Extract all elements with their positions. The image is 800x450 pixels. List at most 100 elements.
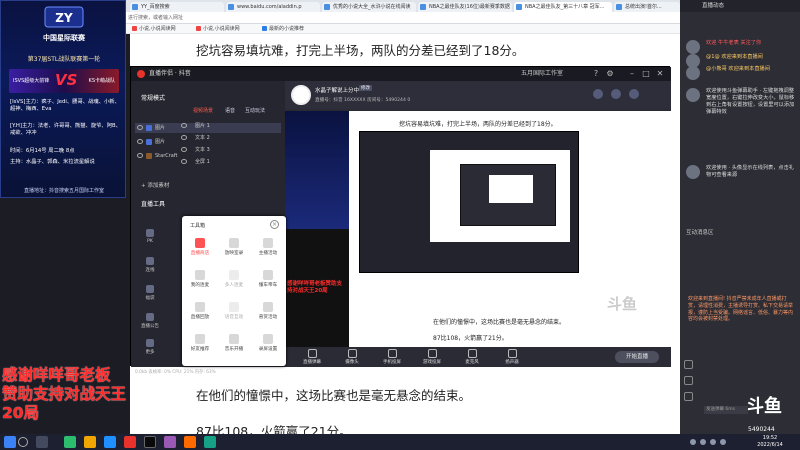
edge-icon[interactable] bbox=[104, 436, 116, 448]
search-text[interactable]: 进行搜索，或者输入网址 bbox=[128, 14, 183, 21]
toolbox-item[interactable]: 好友推荐 bbox=[184, 334, 216, 352]
share-icon[interactable] bbox=[593, 89, 603, 99]
maximize-icon[interactable]: □ bbox=[641, 69, 651, 79]
tool-icon bbox=[229, 334, 239, 344]
avatar[interactable] bbox=[686, 165, 700, 179]
toolbox-item[interactable]: 语音互动 bbox=[218, 302, 250, 320]
app-icon-1[interactable] bbox=[64, 436, 76, 448]
sub-source-item[interactable]: 文本 3 bbox=[179, 145, 283, 155]
toolbox-item[interactable]: 主播活动 bbox=[252, 238, 284, 256]
battery-icon[interactable] bbox=[710, 439, 716, 445]
tab-voice[interactable]: 语音 bbox=[225, 107, 235, 114]
toolbox-item[interactable]: 录屏设置 bbox=[252, 334, 284, 352]
live-app-icon[interactable] bbox=[124, 436, 136, 448]
eye-icon[interactable] bbox=[181, 135, 187, 140]
bookmark-icon bbox=[262, 26, 267, 31]
toolbox-item[interactable]: 我的连麦 bbox=[184, 270, 216, 288]
browser-tab[interactable]: NBA之最佳队友(16位)最新赛季数据 bbox=[418, 2, 512, 12]
eye-icon[interactable] bbox=[137, 139, 143, 144]
source-label: 图片 bbox=[155, 139, 166, 145]
toolbox-item[interactable]: 音乐开播 bbox=[218, 334, 250, 352]
toolbox-item[interactable]: 放映室录 bbox=[218, 238, 250, 256]
browser-tab[interactable]: YY_百度搜索 bbox=[130, 2, 224, 12]
announcement-icon bbox=[146, 313, 154, 321]
danmaku-input[interactable]: 发送弹幕 6ms bbox=[704, 406, 748, 414]
tab-interactive[interactable]: 互动玩法 bbox=[245, 107, 265, 114]
sub-source-label: 全屏 1 bbox=[195, 159, 210, 165]
game-cast-button[interactable]: 游戏投屏 bbox=[415, 349, 449, 365]
sub-source-item[interactable]: 图片 1 bbox=[179, 121, 283, 131]
app-icon-2[interactable] bbox=[164, 436, 176, 448]
start-icon[interactable] bbox=[4, 436, 16, 448]
eye-icon[interactable] bbox=[137, 153, 143, 158]
canvas-line-3: 87比108，火箭赢了21分。 bbox=[433, 335, 508, 342]
lock-icon[interactable] bbox=[682, 360, 694, 369]
tool-connect[interactable]: 连线 bbox=[135, 257, 165, 273]
settings-icon[interactable] bbox=[682, 392, 694, 401]
tab-video-scene[interactable]: 视频场景 bbox=[193, 107, 213, 114]
browser-icon[interactable] bbox=[184, 436, 196, 448]
eye-icon[interactable] bbox=[181, 159, 187, 164]
toolbox-item[interactable]: 懂车帝车 bbox=[252, 270, 284, 288]
toolbox-item-label: 放映室录 bbox=[224, 251, 244, 256]
mic-button[interactable]: 麦克风 bbox=[455, 349, 489, 365]
browser-tab[interactable]: NBA之最佳队友_第三十八章 冠军... bbox=[514, 2, 612, 12]
minimize-icon[interactable]: – bbox=[627, 69, 637, 79]
volume-icon[interactable] bbox=[700, 439, 706, 445]
avatar[interactable] bbox=[686, 66, 700, 80]
help-icon[interactable]: ? bbox=[591, 69, 601, 79]
taskbar: 19:52 2022/6/14 bbox=[0, 434, 800, 450]
avatar[interactable] bbox=[686, 40, 700, 54]
danmaku-button[interactable]: 直播弹幕 bbox=[295, 349, 329, 365]
speaker-button[interactable]: 扬声器 bbox=[495, 349, 529, 365]
mode-selector[interactable]: 常规模式 bbox=[141, 93, 165, 102]
camera-button[interactable]: 摄像头 bbox=[335, 349, 369, 365]
start-live-button[interactable]: 开始直播 bbox=[615, 351, 659, 363]
eye-icon[interactable] bbox=[181, 147, 187, 152]
emoji-icon[interactable] bbox=[682, 376, 694, 385]
bookmark-3[interactable]: 最新的小说推荐 bbox=[262, 25, 304, 32]
eye-icon[interactable] bbox=[181, 123, 187, 128]
eye-icon[interactable] bbox=[137, 125, 143, 130]
settings-icon[interactable]: ⚙ bbox=[605, 69, 615, 79]
browser-tab[interactable]: 优秀的小说大全_水浒小说在线阅读 bbox=[322, 2, 416, 12]
system-clock[interactable]: 19:52 2022/6/14 bbox=[748, 435, 792, 448]
folder-icon[interactable] bbox=[84, 436, 96, 448]
nested-window-2 bbox=[460, 164, 556, 226]
tiktok-icon[interactable] bbox=[144, 436, 156, 448]
gift-icon[interactable] bbox=[611, 89, 621, 99]
ime-icon[interactable] bbox=[720, 439, 726, 445]
toolbox-item[interactable]: 悬赏活动 bbox=[252, 302, 284, 320]
sub-source-item[interactable]: 文本 2 bbox=[179, 133, 283, 143]
interaction-section-title: 互动消息区 bbox=[686, 230, 714, 236]
add-material-button[interactable]: + 添加素材 bbox=[141, 181, 169, 189]
thanks-line-1: 感谢咩咩哥老板 bbox=[2, 366, 111, 384]
close-icon[interactable]: ✕ bbox=[655, 69, 665, 79]
toolbox-item[interactable]: 多人连麦 bbox=[218, 270, 250, 288]
toolbox-item[interactable]: 直播回放 bbox=[184, 302, 216, 320]
avatar[interactable] bbox=[291, 85, 311, 105]
search-icon[interactable] bbox=[18, 437, 28, 447]
tool-lucky-bag[interactable]: 福袋 bbox=[135, 285, 165, 301]
task-view-icon[interactable] bbox=[36, 436, 48, 448]
browser-tab[interactable]: www.baidu.com/aladdin.p bbox=[226, 2, 320, 12]
tool-pk[interactable]: PK bbox=[135, 229, 165, 244]
network-icon[interactable] bbox=[690, 439, 696, 445]
close-icon[interactable]: × bbox=[270, 220, 279, 229]
canvas-thanks-text: 感谢咩咩哥老板赞助支持对战天王20局 bbox=[287, 281, 343, 294]
edit-tag[interactable]: 修改 bbox=[359, 85, 372, 91]
tab-label: YY_百度搜索 bbox=[141, 4, 170, 10]
toolbox-item[interactable]: 直播商店 bbox=[184, 238, 216, 256]
tool-announcement[interactable]: 直播公告 bbox=[135, 313, 165, 329]
notify-icon[interactable] bbox=[629, 89, 639, 99]
bookmark-1[interactable]: 小说,小说阅读网 bbox=[132, 25, 176, 32]
browser-tab[interactable]: 总统出演!首尔... bbox=[614, 2, 680, 12]
tool-more[interactable]: 更多 bbox=[135, 339, 165, 355]
favicon-icon bbox=[420, 4, 426, 10]
bookmark-2[interactable]: 小说,小说阅读网 bbox=[196, 25, 240, 32]
tool-icon bbox=[195, 302, 205, 312]
sub-source-item[interactable]: 全屏 1 bbox=[179, 157, 283, 167]
wechat-icon[interactable] bbox=[204, 436, 216, 448]
phone-cast-button[interactable]: 手机投屏 bbox=[375, 349, 409, 365]
avatar[interactable] bbox=[686, 88, 700, 102]
